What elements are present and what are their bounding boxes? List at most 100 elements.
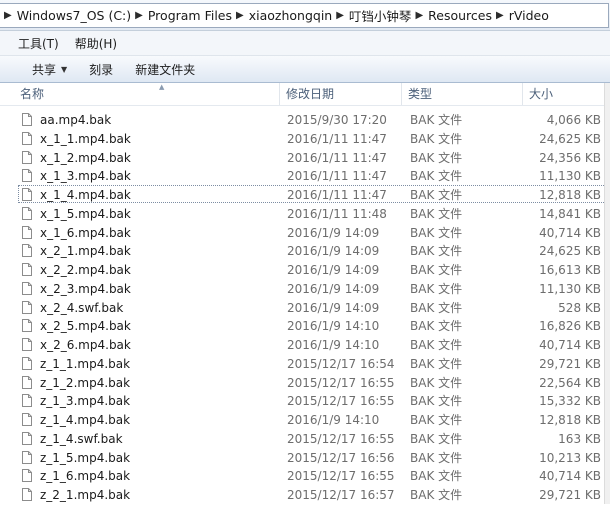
file-type: BAK 文件: [410, 338, 463, 352]
file-name: x_1_3.mp4.bak: [40, 169, 131, 184]
file-size: 40,714 KB: [539, 225, 601, 240]
file-row[interactable]: x_2_5.mp4.bak 2016/1/9 14:10 BAK 文件 16,826 …: [18, 316, 610, 334]
file-name: x_1_1.mp4.bak: [40, 131, 131, 146]
file-size: 29,721 KB: [539, 356, 601, 371]
file-row[interactable]: aa.mp4.bak 2015/9/30 17:20 BAK 文件 4,066 KB: [18, 110, 610, 128]
file-row[interactable]: x_1_5.mp4.bak 2016/1/11 11:48 BAK 文件 14,841…: [18, 204, 610, 222]
file-name: z_1_3.mp4.bak: [40, 394, 131, 409]
file-date: 2016/1/9 14:09: [287, 225, 380, 240]
file-type: BAK 文件: [410, 375, 463, 390]
menu-help[interactable]: 帮助(H): [67, 35, 125, 52]
caret-down-icon: ▼: [61, 64, 68, 74]
document-icon: [22, 413, 32, 426]
document-icon: [22, 375, 32, 389]
document-icon: [22, 300, 32, 314]
chevron-right-icon[interactable]: ▶: [232, 10, 249, 21]
breadcrumb-item[interactable]: xiaozhongqin: [249, 8, 333, 23]
file-type: BAK 文件: [410, 413, 463, 427]
chevron-right-icon[interactable]: ▶: [131, 10, 148, 21]
file-row[interactable]: z_1_5.mp4.bak 2015/12/17 16:56 BAK 文件 10,21…: [18, 448, 610, 466]
file-row[interactable]: z_1_4.mp4.bak 2016/1/9 14:10 BAK 文件 12,818 …: [18, 410, 610, 428]
file-row[interactable]: x_1_4.mp4.bak 2016/1/11 11:47 BAK 文件 12,818…: [18, 185, 610, 203]
file-size: 528 KB: [558, 300, 601, 315]
file-size: 22,564 KB: [539, 375, 601, 390]
column-date[interactable]: 修改日期: [280, 83, 402, 105]
file-row[interactable]: x_2_1.mp4.bak 2016/1/9 14:09 BAK 文件 24,625 …: [18, 241, 610, 259]
file-row[interactable]: z_1_2.mp4.bak 2015/12/17 16:55 BAK 文件 22,56…: [18, 373, 610, 391]
file-name: x_2_3.mp4.bak: [40, 281, 131, 296]
file-row[interactable]: z_1_1.mp4.bak 2015/12/17 16:54 BAK 文件 29,72…: [18, 354, 610, 372]
menu-bar: 工具(T) 帮助(H): [0, 31, 610, 56]
file-name: x_2_4.swf.bak: [40, 300, 124, 315]
document-icon: [22, 188, 32, 201]
file-type: BAK 文件: [410, 150, 463, 165]
file-date: 2016/1/9 14:10: [287, 338, 380, 352]
file-type: BAK 文件: [410, 206, 463, 221]
document-icon: [22, 131, 32, 145]
breadcrumb-item[interactable]: Program Files: [148, 8, 232, 23]
file-size: 11,130 KB: [539, 281, 601, 296]
breadcrumb-item[interactable]: Windows7_OS (C:): [17, 8, 131, 23]
column-size[interactable]: 大小: [523, 83, 604, 105]
file-row[interactable]: z_1_3.mp4.bak 2015/12/17 16:55 BAK 文件 15,33…: [18, 391, 610, 409]
file-type: BAK 文件: [410, 263, 463, 277]
file-row[interactable]: z_2_1.mp4.bak 2015/12/17 16:57 BAK 文件 29,72…: [18, 485, 610, 503]
document-icon: [22, 431, 32, 445]
file-type: BAK 文件: [410, 300, 463, 315]
chevron-right-icon[interactable]: ▶: [411, 10, 428, 21]
file-size: 40,714 KB: [539, 469, 601, 484]
file-type: BAK 文件: [410, 169, 463, 184]
file-row[interactable]: x_1_1.mp4.bak 2016/1/11 11:47 BAK 文件 24,625…: [18, 129, 610, 147]
document-icon: [22, 488, 32, 501]
menu-tools[interactable]: 工具(T): [0, 35, 67, 52]
file-row[interactable]: z_1_4.swf.bak 2015/12/17 16:55 BAK 文件 163 K…: [18, 429, 610, 447]
file-date: 2015/9/30 17:20: [287, 113, 387, 127]
chevron-right-icon[interactable]: ▶: [0, 10, 17, 21]
share-button[interactable]: 共享 ▼: [0, 61, 78, 78]
file-size: 10,213 KB: [539, 450, 601, 465]
burn-button[interactable]: 刻录: [78, 61, 124, 78]
vertical-scrollbar[interactable]: [604, 83, 610, 504]
file-row[interactable]: x_2_2.mp4.bak 2016/1/9 14:09 BAK 文件 16,613 …: [18, 260, 610, 278]
file-name: z_1_5.mp4.bak: [40, 450, 131, 465]
column-name[interactable]: 名称 ▲: [14, 83, 280, 105]
file-date: 2016/1/11 11:47: [287, 131, 387, 146]
chevron-right-icon[interactable]: ▶: [332, 10, 349, 21]
new-folder-button[interactable]: 新建文件夹: [124, 61, 206, 78]
document-icon: [22, 263, 32, 276]
file-row[interactable]: x_2_6.mp4.bak 2016/1/9 14:10 BAK 文件 40,714 …: [18, 335, 610, 353]
file-size: 24,625 KB: [539, 244, 601, 259]
column-header: 名称 ▲ 修改日期 类型 大小: [0, 83, 610, 106]
file-name: x_2_2.mp4.bak: [40, 263, 131, 277]
file-name: x_1_2.mp4.bak: [40, 150, 131, 165]
document-icon: [22, 356, 32, 370]
file-row[interactable]: x_1_3.mp4.bak 2016/1/11 11:47 BAK 文件 11,130…: [18, 166, 610, 184]
file-row[interactable]: x_2_3.mp4.bak 2016/1/9 14:09 BAK 文件 11,130 …: [18, 279, 610, 297]
file-type: BAK 文件: [410, 450, 463, 465]
file-type: BAK 文件: [410, 281, 463, 296]
file-name: x_1_6.mp4.bak: [40, 225, 131, 240]
file-name: z_2_1.mp4.bak: [40, 488, 131, 502]
file-row[interactable]: z_1_6.mp4.bak 2015/12/17 16:55 BAK 文件 40,71…: [18, 466, 610, 484]
column-name-label: 名称: [20, 87, 45, 101]
breadcrumb-item[interactable]: rVideo: [509, 8, 549, 23]
file-row[interactable]: x_2_4.swf.bak 2016/1/9 14:09 BAK 文件 528 KB: [18, 298, 610, 316]
breadcrumb-item[interactable]: 叮铛小钟琴: [349, 6, 412, 25]
file-size: 24,356 KB: [539, 150, 601, 165]
file-row[interactable]: x_1_6.mp4.bak 2016/1/9 14:09 BAK 文件 40,714 …: [18, 223, 610, 241]
breadcrumb-item[interactable]: Resources: [428, 8, 492, 23]
file-size: 29,721 KB: [539, 488, 601, 502]
file-type: BAK 文件: [410, 469, 463, 484]
file-size: 12,818 KB: [539, 413, 601, 427]
document-icon: [22, 450, 32, 464]
file-size: 24,625 KB: [539, 131, 601, 146]
file-date: 2015/12/17 16:55: [287, 431, 395, 446]
file-name: x_2_5.mp4.bak: [40, 319, 131, 334]
breadcrumb[interactable]: ▶ Windows7_OS (C:) ▶ Program Files ▶ xiaozhon…: [0, 3, 609, 28]
column-type[interactable]: 类型: [402, 83, 523, 105]
file-size: 11,130 KB: [539, 169, 601, 184]
file-row[interactable]: x_1_2.mp4.bak 2016/1/11 11:47 BAK 文件 24,356…: [18, 148, 610, 166]
document-icon: [22, 338, 32, 351]
chevron-right-icon[interactable]: ▶: [492, 10, 509, 21]
file-size: 16,613 KB: [539, 263, 601, 277]
